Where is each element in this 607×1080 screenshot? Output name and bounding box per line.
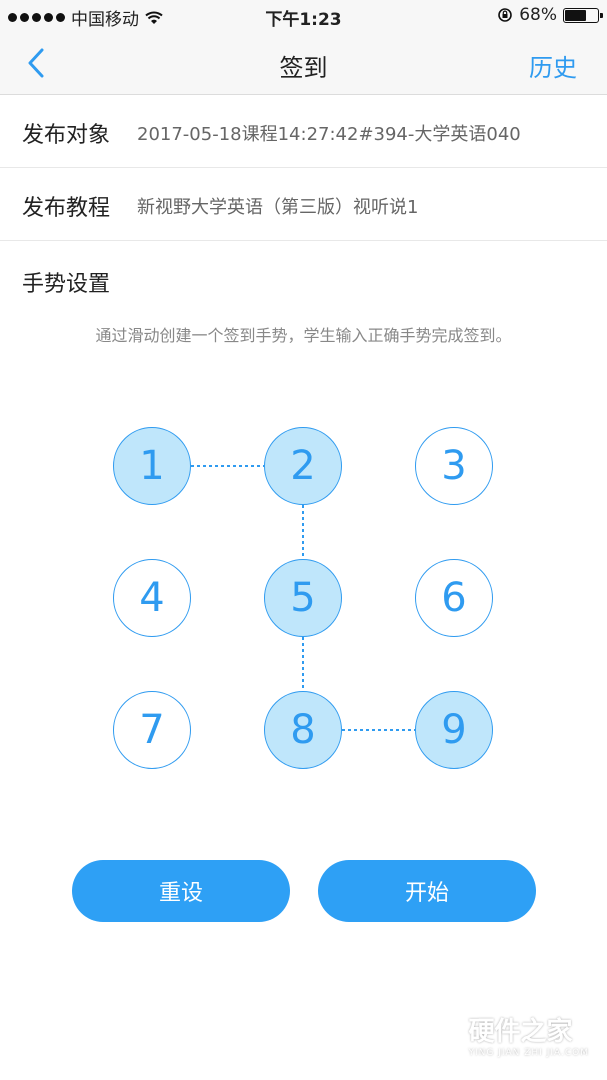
publish-target-row[interactable]: 发布对象 2017-05-18课程14:27:42#394-大学英语040 bbox=[0, 95, 607, 168]
watermark: 硬件之家 YING JIAN ZHI JIA.COM bbox=[422, 1011, 589, 1058]
nav-bar: 签到 历史 bbox=[0, 32, 607, 95]
gesture-node-1[interactable]: 1 bbox=[113, 427, 191, 505]
watermark-text: 硬件之家 bbox=[468, 1017, 573, 1047]
publish-course-label: 发布教程 bbox=[22, 196, 111, 221]
publish-course-value: 新视野大学英语（第三版）视听说1 bbox=[137, 197, 419, 218]
status-bar: 中国移动 下午1:23 68% bbox=[0, 0, 607, 32]
gesture-node-2[interactable]: 2 bbox=[264, 427, 342, 505]
publish-target-value: 2017-05-18课程14:27:42#394-大学英语040 bbox=[137, 124, 521, 145]
gesture-node-3[interactable]: 3 bbox=[415, 427, 493, 505]
gesture-node-6[interactable]: 6 bbox=[415, 559, 493, 637]
battery-percent: 68% bbox=[519, 5, 557, 25]
status-right: 68% bbox=[497, 5, 603, 25]
orientation-lock-icon bbox=[498, 8, 513, 22]
gesture-section-title: 手势设置 bbox=[22, 272, 111, 297]
reset-button[interactable]: 重设 bbox=[72, 860, 290, 922]
publish-target-label: 发布对象 bbox=[22, 123, 111, 148]
gesture-node-5[interactable]: 5 bbox=[264, 559, 342, 637]
gesture-hint: 通过滑动创建一个签到手势，学生输入正确手势完成签到。 bbox=[95, 326, 512, 345]
history-button[interactable]: 历史 bbox=[529, 48, 577, 83]
gesture-node-9[interactable]: 9 bbox=[415, 691, 493, 769]
gesture-node-4[interactable]: 4 bbox=[113, 559, 191, 637]
gesture-node-7[interactable]: 7 bbox=[113, 691, 191, 769]
publish-course-row[interactable]: 发布教程 新视野大学英语（第三版）视听说1 bbox=[0, 168, 607, 241]
battery-icon bbox=[563, 7, 603, 23]
watermark-logo-icon bbox=[422, 1013, 460, 1056]
gesture-node-8[interactable]: 8 bbox=[264, 691, 342, 769]
watermark-subtext: YING JIAN ZHI JIA.COM bbox=[468, 1048, 589, 1058]
start-button[interactable]: 开始 bbox=[318, 860, 536, 922]
page-title: 签到 bbox=[279, 54, 328, 82]
